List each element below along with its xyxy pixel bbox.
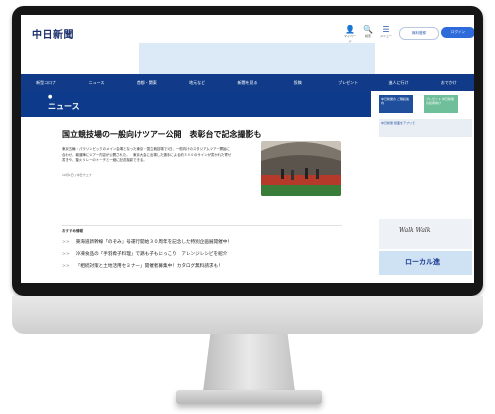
article-photo[interactable] [261,141,341,196]
monitor-stand-neck [203,334,295,392]
sidebar-card-app[interactable]: 中日新聞 紙面をアプリで [379,119,472,137]
login-button[interactable]: ログイン [441,27,474,38]
site-logo[interactable]: 中日新聞 [32,26,74,41]
nav-item-paper[interactable]: 新聞を見る [222,74,272,91]
sidebar-card-subscribe-label: 中日新聞の ご購読案内 [381,97,409,105]
mypage-icon-label: マイページ [343,34,356,43]
recommend-item[interactable]: >> 冷凍食品の「手羽肴子料理」で鶏も子もにっこり アレンジレシピを紹介 [62,249,232,261]
arrow-icon: >> [62,252,70,257]
recommend-item[interactable]: >> 東海道新幹線「のぞみ」号運行開始３０周年を記念した特別企画展開催中！ [62,237,232,249]
sidebar-banner-walk-label: Walk Walk [399,227,431,234]
recommend-item[interactable]: >> 「相続対策と土地活用セミナー」開催者募集中！カタログ無料請求も！ [62,261,232,273]
arrow-icon: >> [62,240,70,245]
section-title: ニュース [48,102,80,111]
nav-item-post[interactable]: 投稿 [273,74,323,91]
sidebar-banner-local-label: ローカル進 [405,258,440,266]
recommend-item-label: 「相続対策と土地活用セミナー」開催者募集中！カタログ無料請求も！ [75,264,223,269]
sidebar-card-present-label: プレゼント 中日新聞の読者向け [426,97,454,105]
search-icon-label: 検索 [364,34,371,38]
nav-item-outing[interactable]: おでかけ [424,74,474,91]
article-body: 東京五輪・パラリンピックのメイン会場となった東京・国立競技場で1日、一般向けのス… [62,147,232,162]
search-icon-glyph: 🔍 [363,25,373,34]
nav-item-local[interactable]: 地元など [172,74,222,91]
ad-banner [139,43,375,75]
menu-icon-glyph: ☰ [382,25,390,34]
nav-item-kanto[interactable]: 首都・関東 [122,74,172,91]
main-nav: 新型コロナ ニュース 首都・関東 地元など 新聞を見る 投稿 プレゼント 進人に… [21,74,474,91]
sidebar-card-app-label: 中日新聞 紙面をアプリで [381,121,415,125]
nav-item-news[interactable]: ニュース [71,74,121,91]
recommend-item-label: 東海道新幹線「のぞみ」号運行開始３０周年を記念した特別企画展開催中！ [75,240,232,245]
sidebar-card-present[interactable]: プレゼント 中日新聞の読者向け [424,95,458,113]
monitor-stand-foot [176,390,322,404]
section-banner: ● ニュース [21,91,371,117]
arrow-icon: >> [62,264,70,269]
article-headline[interactable]: 国立競技場の一般向けツアー公開 表彰台で記念撮影も [62,129,262,140]
section-dot-icon: ● [48,94,53,100]
search-icon[interactable]: 🔍 検索 [361,25,375,39]
recommend-heading: おすすめ情報 [62,229,83,233]
recommend-item-label: 冷凍食品の「手羽肴子料理」で鶏も子もにっこり アレンジレシピを紹介 [75,252,228,257]
menu-icon-label: メニュー [379,34,392,38]
mypage-icon[interactable]: 👤 マイページ [343,25,357,44]
register-button[interactable]: 無料登録 [399,27,439,40]
mypage-icon-glyph: 👤 [345,25,355,34]
divider [62,225,342,226]
sidebar-banner-local[interactable]: ローカル進 [379,251,472,275]
sidebar-card-subscribe[interactable]: 中日新聞の ご購読案内 [379,95,413,113]
menu-icon[interactable]: ☰ メニュー [379,25,393,39]
monitor-chin [12,296,483,334]
nav-item-corona[interactable]: 新型コロナ [21,74,71,91]
nav-item-present[interactable]: プレゼント [323,74,373,91]
monitor-screen: 中日新聞 👤 マイページ 🔍 検索 ☰ メニュー 無料登録 ログイン 新型コロナ… [21,15,474,283]
recommend-list: >> 東海道新幹線「のぞみ」号運行開始３０周年を記念した特別企画展開催中！ >> 冷… [62,237,232,273]
sidebar-banner-walk[interactable]: Walk Walk [379,219,472,249]
article-meta: 10月1日 | 中日ウェブ [62,173,92,177]
nav-item-go[interactable]: 進人に行け [373,74,423,91]
